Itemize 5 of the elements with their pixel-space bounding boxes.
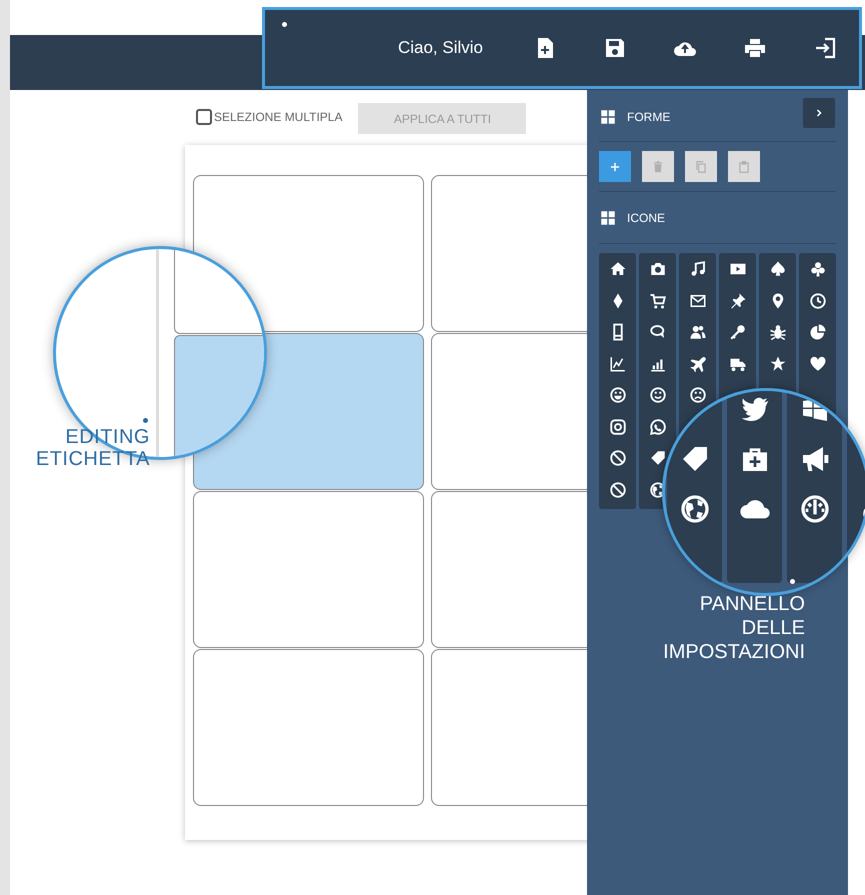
section-title: ICONE	[627, 210, 666, 226]
greeting-text: Ciao, Silvio	[398, 37, 483, 60]
annotation-label: PANNELLO DELLE IMPOSTAZIONI	[662, 592, 805, 664]
section-title: FORME	[627, 108, 670, 126]
multi-select-checkbox[interactable]: SELEZIONE MULTIPLA	[196, 108, 342, 126]
